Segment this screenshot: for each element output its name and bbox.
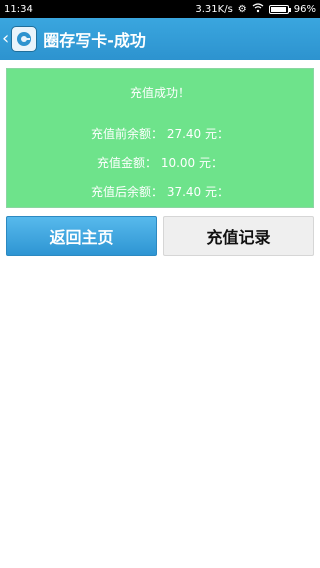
recharge-records-button[interactable]: 充值记录 xyxy=(163,216,314,256)
battery-fill xyxy=(270,6,287,12)
result-panel: 充值成功！ 充值前余额： 27.40 元： 充值金额： 10.00 元： 充值后… xyxy=(6,68,314,208)
page-title: 圈存写卡-成功 xyxy=(43,31,146,50)
back-icon[interactable]: ‹ xyxy=(2,30,9,48)
result-title: 充值成功！ xyxy=(129,86,190,100)
balance-after: 充值后余额： 37.40 元： xyxy=(91,185,229,199)
recharge-amount: 充值金额： 10.00 元： xyxy=(97,156,223,170)
sync-icon: ⚙ xyxy=(237,3,247,15)
wifi-icon xyxy=(252,2,264,16)
battery-icon xyxy=(268,4,291,14)
app-bar: ‹ 圈存写卡-成功 xyxy=(0,18,320,60)
action-buttons: 返回主页 充值记录 xyxy=(6,216,314,256)
status-time: 11:34 xyxy=(4,3,33,15)
status-icons: 3.31K/s ⚙ 96% xyxy=(195,2,316,16)
return-home-button[interactable]: 返回主页 xyxy=(6,216,157,256)
status-bar: 11:34 3.31K/s ⚙ 96% xyxy=(0,0,320,18)
network-speed: 3.31K/s xyxy=(195,3,233,15)
battery-percent: 96% xyxy=(293,3,316,15)
app-logo-icon xyxy=(11,26,38,52)
balance-before: 充值前余额： 27.40 元： xyxy=(91,127,229,141)
